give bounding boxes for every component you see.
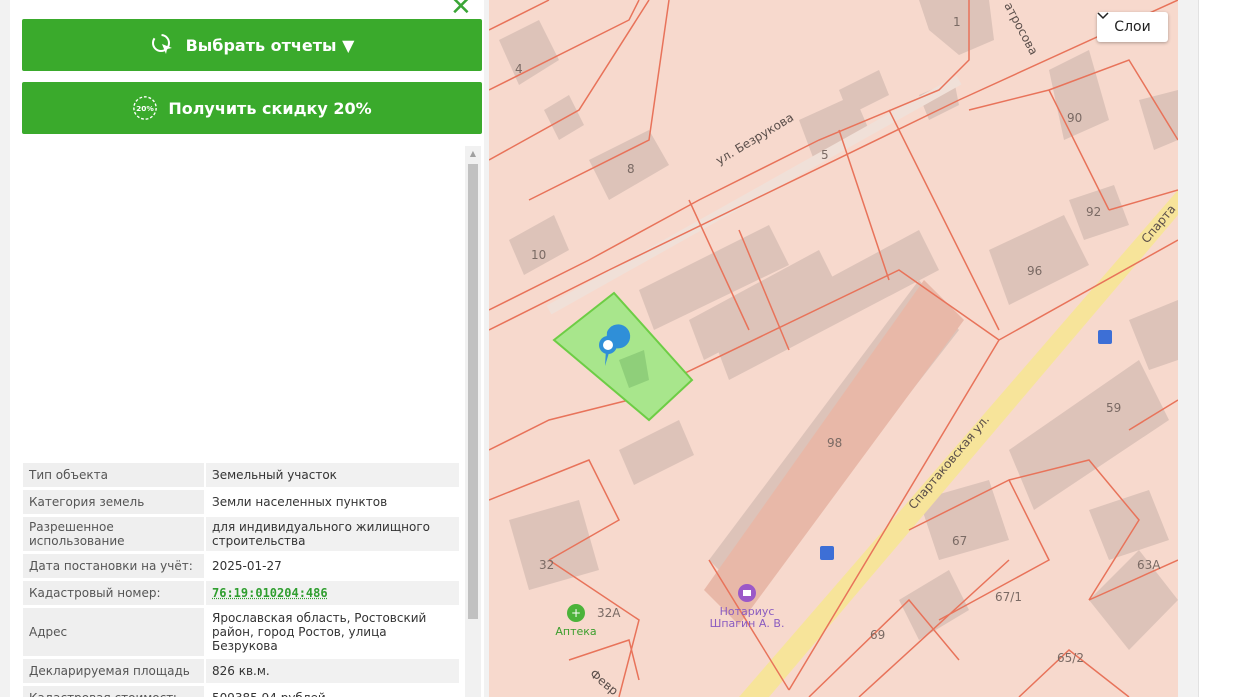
info-key: Разрешенное использование xyxy=(23,517,206,551)
svg-text:10: 10 xyxy=(531,248,546,262)
svg-text:5: 5 xyxy=(821,148,829,162)
close-icon[interactable]: ✕ xyxy=(450,0,472,20)
table-row: Дата постановки на учёт: 2025-01-27 xyxy=(23,554,459,578)
info-key: Тип объекта xyxy=(23,463,206,487)
svg-text:32А: 32А xyxy=(597,606,621,620)
table-row: Декларируемая площадь 826 кв.м. xyxy=(23,659,459,683)
svg-text:атросова: атросова xyxy=(1001,0,1040,57)
cursor-click-icon xyxy=(151,34,172,54)
info-value: для индивидуального жилищного строительс… xyxy=(206,517,459,551)
table-row: Категория земель Земли населенных пункто… xyxy=(23,490,459,514)
svg-text:4: 4 xyxy=(515,62,523,76)
info-value: Ярославская область, Ростовский район, г… xyxy=(206,608,459,656)
svg-text:96: 96 xyxy=(1027,264,1042,278)
table-row: Тип объекта Земельный участок xyxy=(23,463,459,487)
table-row: Разрешенное использование для индивидуал… xyxy=(23,517,459,551)
table-row: Кадастровая стоимость 509385.94 рублей xyxy=(23,686,459,697)
info-key: Кадастровый номер: xyxy=(23,581,206,605)
parcel-info-table: Тип объекта Земельный участок Категория … xyxy=(23,460,459,697)
select-reports-button[interactable]: Выбрать отчеты ▼ xyxy=(22,19,482,71)
svg-text:98: 98 xyxy=(827,436,842,450)
select-reports-label: Выбрать отчеты ▼ xyxy=(185,35,355,55)
app-window: ✕ Выбрать отчеты ▼ 20% Получить скидку 2… xyxy=(0,0,1233,697)
info-value: Земли населенных пунктов xyxy=(206,490,459,514)
info-value: 76:19:010204:486 xyxy=(206,581,459,605)
get-discount-label: Получить скидку 20% xyxy=(168,98,372,118)
discount-badge-icon: 20% xyxy=(133,96,158,120)
scroll-up-arrow-icon[interactable]: ▲ xyxy=(465,146,481,162)
svg-text:69: 69 xyxy=(870,628,885,642)
layers-dropdown-button[interactable]: Слои xyxy=(1097,12,1168,42)
info-panel: ✕ Выбрать отчеты ▼ 20% Получить скидку 2… xyxy=(10,0,484,697)
scrollbar[interactable]: ▲ xyxy=(465,146,481,697)
right-panel-edge xyxy=(1198,0,1233,697)
chevron-down-icon xyxy=(1097,12,1109,20)
svg-text:90: 90 xyxy=(1067,111,1082,125)
info-key: Кадастровая стоимость xyxy=(23,686,206,697)
table-row: Кадастровый номер: 76:19:010204:486 xyxy=(23,581,459,605)
info-key: Адрес xyxy=(23,608,206,656)
svg-text:ул. Безрукова: ул. Безрукова xyxy=(713,110,796,167)
svg-text:20%: 20% xyxy=(136,104,154,113)
table-row: Адрес Ярославская область, Ростовский ра… xyxy=(23,608,459,656)
svg-text:32: 32 xyxy=(539,558,554,572)
info-key: Декларируемая площадь xyxy=(23,659,206,683)
info-value: 2025-01-27 xyxy=(206,554,459,578)
info-value: Земельный участок xyxy=(206,463,459,487)
map-canvas[interactable]: 1 4 90 8 5 92 10 96 59 98 67 32 32А 63А … xyxy=(489,0,1178,697)
svg-text:Спарта: Спарта xyxy=(1139,202,1178,246)
svg-text:Аптека: Аптека xyxy=(555,625,596,638)
layers-label: Слои xyxy=(1114,19,1151,35)
svg-text:59: 59 xyxy=(1106,401,1121,415)
svg-text:67/1: 67/1 xyxy=(995,590,1022,604)
info-value: 509385.94 рублей xyxy=(206,686,459,697)
info-value: 826 кв.м. xyxy=(206,659,459,683)
svg-text:67: 67 xyxy=(952,534,967,548)
svg-text:+: + xyxy=(571,606,581,620)
svg-text:8: 8 xyxy=(627,162,635,176)
svg-text:Февр: Февр xyxy=(587,667,621,697)
get-discount-button[interactable]: 20% Получить скидку 20% xyxy=(22,82,482,134)
info-key: Категория земель xyxy=(23,490,206,514)
cadastral-map[interactable]: 1 4 90 8 5 92 10 96 59 98 67 32 32А 63А … xyxy=(489,0,1178,697)
svg-text:92: 92 xyxy=(1086,205,1101,219)
svg-text:1: 1 xyxy=(953,15,961,29)
pharmacy-poi[interactable]: + Аптека xyxy=(555,604,597,638)
cadastral-number-link[interactable]: 76:19:010204:486 xyxy=(212,586,328,600)
scroll-thumb[interactable] xyxy=(468,164,478,619)
svg-text:Шпагин А. В.: Шпагин А. В. xyxy=(710,617,785,630)
info-key: Дата постановки на учёт: xyxy=(23,554,206,578)
svg-text:65/2: 65/2 xyxy=(1057,651,1084,665)
svg-text:63А: 63А xyxy=(1137,558,1161,572)
